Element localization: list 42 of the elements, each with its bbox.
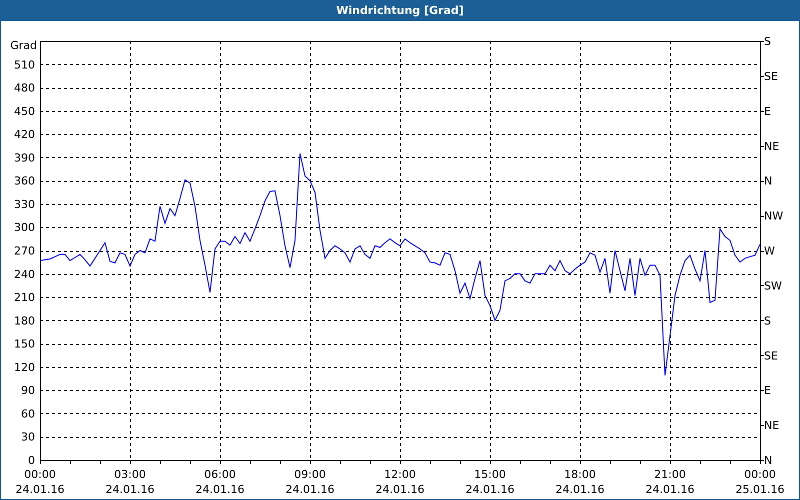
y-tick-label: 210 [14,291,35,304]
compass-label: S [764,35,771,48]
compass-label: NE [764,419,780,432]
compass-label: NW [764,210,784,223]
y-tick-label: 360 [14,174,35,188]
compass-label: W [764,244,775,258]
y-tick-label: 390 [14,151,35,164]
y-tick-label: 420 [14,128,35,142]
compass-label: SW [764,279,782,292]
x-tick-label: 00:00 24.01.16 [16,468,64,496]
compass-label: SE [764,70,778,83]
compass-label: N [764,174,772,188]
x-tick-label: 06:00 24.01.16 [196,468,244,496]
x-tick-label: 03:00 24.01.16 [106,468,154,496]
y-tick-label: 330 [14,198,35,211]
y-tick-label: 270 [14,244,35,258]
y-tick-label: 30 [21,430,35,444]
compass-label: S [764,314,771,328]
x-tick-label: 15:00 24.01.16 [466,468,514,496]
x-tick-label: 18:00 24.01.16 [556,468,604,496]
y-tick-label: 180 [14,314,35,328]
x-tick-label: 21:00 24.01.16 [646,468,694,496]
x-tick-label: 09:00 24.01.16 [286,468,334,496]
compass-label: SE [764,349,778,362]
y-tick-label: 150 [14,338,35,351]
y-axis-title: Grad [10,39,37,52]
y-tick-label: 450 [14,104,35,118]
compass-label: NE [764,140,780,153]
y-tick-label: 120 [14,360,35,374]
compass-label: E [764,384,771,398]
compass-label: E [764,104,771,118]
x-tick-label: 12:00 24.01.16 [376,468,424,496]
y-tick-label: 510 [14,58,35,72]
y-tick-label: 480 [14,82,35,95]
y-tick-label: 60 [21,407,35,420]
window-title: Windrichtung [Grad] [336,4,464,18]
y-tick-label: 240 [14,268,35,281]
y-tick-label: 0 [28,454,35,467]
y-tick-label: 300 [14,221,35,234]
y-tick-label: 90 [21,384,35,398]
x-tick-label: 00:00 25.01.16 [736,468,784,496]
compass-label: N [764,454,772,467]
